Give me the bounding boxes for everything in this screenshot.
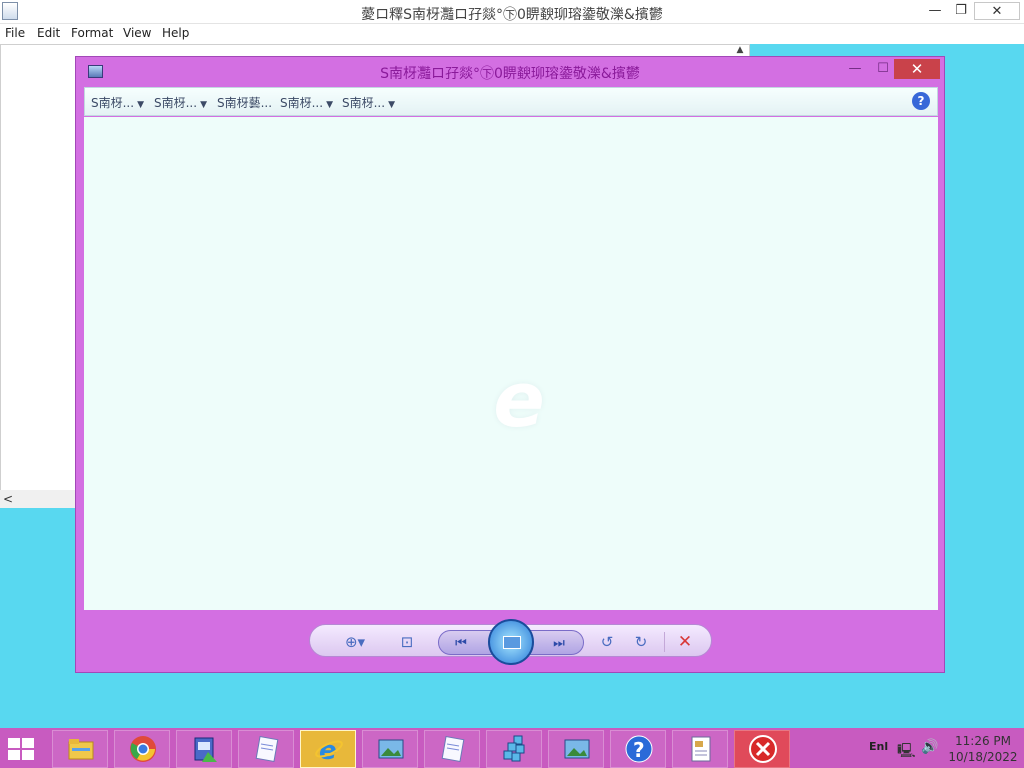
- controls-divider: [664, 632, 665, 652]
- viewer-toolbar: S南枒... ▼ S南枒... ▼ S南枒藝... S南枒... ▼ S南枒... ▼ …: [84, 87, 938, 116]
- notepad-icon: [255, 736, 279, 762]
- viewer-maximize-button[interactable]: ☐: [872, 59, 894, 79]
- clock-time[interactable]: 11:26 PM: [950, 734, 1016, 748]
- svg-text:e: e: [319, 736, 337, 764]
- rotate-clockwise-button[interactable]: ↻: [630, 631, 652, 653]
- viewer-close-button[interactable]: ✕: [894, 59, 940, 79]
- background-maximize-button[interactable]: ❐: [948, 2, 974, 20]
- volume-icon[interactable]: 🔊: [921, 739, 938, 755]
- toolbar-menu-label: S南枒...: [91, 96, 135, 110]
- taskbar-app-error[interactable]: [734, 730, 790, 768]
- menu-format[interactable]: Format: [71, 26, 113, 40]
- taskbar-app-notepad[interactable]: [238, 730, 294, 768]
- viewer-window-title: S南枒灩ロ孖燚°㊦0睤斔珋瑢鍌敬濼&擯鬱: [380, 66, 640, 82]
- image-display-area: e: [84, 117, 938, 610]
- taskbar-app-notepad-2[interactable]: [424, 730, 480, 768]
- internet-explorer-icon: e: [315, 736, 343, 764]
- slideshow-icon: [503, 636, 521, 649]
- toolbar-menu-open[interactable]: S南枒... ▼: [342, 94, 395, 111]
- scroll-left-arrow-icon[interactable]: <: [3, 492, 13, 506]
- start-button[interactable]: [8, 738, 36, 760]
- menu-help[interactable]: Help: [162, 26, 189, 40]
- windows-logo-icon: [22, 738, 34, 748]
- taskbar-app-internet-explorer[interactable]: e: [300, 730, 356, 768]
- delete-button[interactable]: ✕: [674, 631, 696, 653]
- toolbar-menu-label: S南枒藝...: [217, 96, 273, 110]
- actual-size-button[interactable]: ⊡: [396, 631, 418, 653]
- photo-viewer-window: S南枒灩ロ孖燚°㊦0睤斔珋瑢鍌敬濼&擯鬱 — ☐ ✕ S南枒... ▼ S南枒..…: [75, 56, 945, 673]
- toolbar-menu-label: S南枒...: [154, 96, 198, 110]
- background-title-bar[interactable]: 薆ロ釋S南枒灩ロ孖燚°㊦0睤斔珋瑢鍌敬濼&擯鬱 — ❐ ✕: [0, 0, 1024, 24]
- toolbar-menu-label: S南枒...: [280, 96, 324, 110]
- toolbar-menu-file[interactable]: S南枒... ▼: [91, 94, 144, 111]
- toolbar-menu-print[interactable]: S南枒... ▼: [154, 94, 207, 111]
- viewer-minimize-button[interactable]: —: [844, 59, 866, 79]
- folder-icon: [68, 739, 94, 760]
- windows-logo-icon: [8, 738, 20, 748]
- taskbar-app-help[interactable]: ?: [610, 730, 666, 768]
- installer-icon: [194, 737, 217, 762]
- windows-logo-icon: [22, 750, 34, 760]
- document-icon: [691, 736, 711, 762]
- viewer-controls-bar: ⊕▾ ⊡ ⏮ ⏭ ↺ ↻ ✕: [309, 619, 712, 665]
- taskbar-app-photo-viewer[interactable]: [362, 730, 418, 768]
- chevron-down-icon: ▼: [326, 100, 333, 110]
- taskbar-app-chrome[interactable]: [114, 730, 170, 768]
- windows-logo-icon: [8, 750, 20, 760]
- background-close-button[interactable]: ✕: [974, 2, 1020, 20]
- clock-date[interactable]: 10/18/2022: [945, 750, 1021, 764]
- chevron-down-icon: ▼: [388, 100, 395, 110]
- help-icon[interactable]: ?: [912, 92, 930, 110]
- menu-edit[interactable]: Edit: [37, 26, 60, 40]
- svg-text:?: ?: [633, 738, 645, 762]
- taskbar-app-photo-viewer-2[interactable]: [548, 730, 604, 768]
- zoom-button[interactable]: ⊕▾: [340, 631, 370, 653]
- toolbar-menu-label: S南枒...: [342, 96, 386, 110]
- internet-explorer-logo-icon: e: [493, 355, 545, 444]
- slideshow-button[interactable]: [488, 619, 534, 665]
- app-grid-icon: [503, 735, 525, 762]
- taskbar: e ? Enl 🖳 🔊 11:26 PM 10/18/2022: [0, 728, 1024, 768]
- system-tray: Enl 🖳 🔊 11:26 PM 10/18/2022: [865, 728, 1024, 768]
- chrome-icon: [130, 736, 156, 762]
- horizontal-scrollbar[interactable]: <: [0, 490, 75, 508]
- taskbar-app-installer[interactable]: [176, 730, 232, 768]
- taskbar-app-file-explorer[interactable]: [52, 730, 108, 768]
- error-icon: [749, 735, 777, 763]
- background-minimize-button[interactable]: —: [922, 2, 948, 20]
- toolbar-menu-email[interactable]: S南枒藝...: [217, 94, 272, 111]
- network-icon[interactable]: 🖳: [897, 740, 916, 764]
- taskbar-app-document[interactable]: [672, 730, 728, 768]
- menu-view[interactable]: View: [123, 26, 151, 40]
- notepad-icon: [441, 736, 465, 762]
- photo-icon: [378, 739, 404, 759]
- photo-icon: [564, 739, 590, 759]
- previous-button[interactable]: ⏮: [450, 633, 472, 655]
- next-button[interactable]: ⏭: [548, 633, 570, 655]
- toolbar-menu-burn[interactable]: S南枒... ▼: [280, 94, 333, 111]
- language-indicator[interactable]: Enl: [869, 740, 888, 753]
- background-window-title: 薆ロ釋S南枒灩ロ孖燚°㊦0睤斔珋瑢鍌敬濼&擯鬱: [361, 7, 663, 23]
- chevron-down-icon: ▼: [200, 100, 207, 110]
- help-icon: ?: [625, 735, 653, 763]
- chevron-down-icon: ▼: [137, 100, 144, 110]
- background-menu-bar: File Edit Format View Help: [0, 24, 1024, 44]
- menu-file[interactable]: File: [5, 26, 25, 40]
- taskbar-app-grid[interactable]: [486, 730, 542, 768]
- rotate-counterclockwise-button[interactable]: ↺: [596, 631, 618, 653]
